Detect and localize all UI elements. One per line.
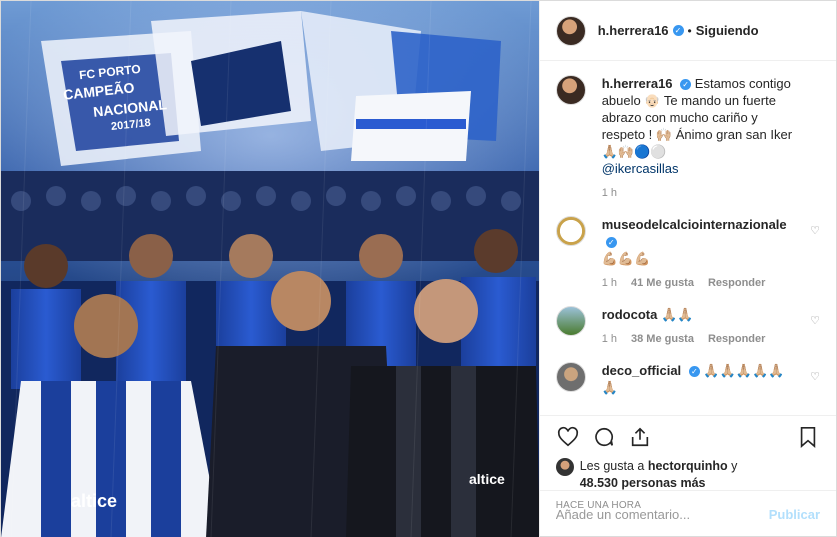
sponsor-label-right: altice [469, 471, 505, 487]
verified-badge-icon: ✓ [605, 237, 617, 249]
liker-avatar[interactable] [555, 458, 574, 476]
post-image[interactable]: altice altice FC PORTO CAMPEÃO NACIONAL … [1, 1, 539, 537]
caption-mention[interactable]: @ikercasillas [602, 161, 679, 176]
likes-joiner: y [731, 459, 738, 473]
commenter-avatar[interactable] [555, 306, 586, 336]
small-heart-icon[interactable]: ♡ [810, 224, 820, 237]
instagram-post: altice altice FC PORTO CAMPEÃO NACIONAL … [0, 0, 837, 537]
add-comment-bar: Publicar [539, 490, 836, 537]
comment-input[interactable] [555, 507, 769, 522]
bookmark-icon[interactable] [796, 425, 820, 449]
comment-likes[interactable]: 38 Me gusta [631, 331, 694, 348]
likes-prefix: Les gusta a [579, 459, 645, 473]
verified-badge-icon: ✓ [688, 366, 700, 378]
likes-count[interactable]: 48.530 personas más [580, 476, 706, 490]
sponsor-label-left: altice [71, 491, 118, 511]
comment-likes[interactable]: 41 Me gusta [631, 275, 694, 292]
comment-item: deco_official ✓ 🙏🏼🙏🏼🙏🏼🙏🏼🙏🏼🙏🏼 ♡ [555, 362, 820, 396]
comment-item: rodocota 🙏🏼🙏🏼 1 h 38 Me gusta Responder … [555, 306, 820, 348]
caption-avatar[interactable] [555, 75, 586, 105]
likes-summary: Les gusta a hectorquinho y 48.530 person… [555, 458, 820, 492]
comments-list: h.herrera16 ✓ Estamos contigo abuelo 👴🏻 … [540, 61, 836, 415]
small-heart-icon[interactable]: ♡ [810, 370, 820, 383]
caption-time: 1 h [601, 187, 617, 199]
share-icon[interactable] [628, 425, 652, 449]
publish-button[interactable]: Publicar [769, 507, 820, 522]
comment-username[interactable]: museodelcalciointernazionale [602, 217, 787, 232]
author-avatar[interactable] [555, 15, 586, 46]
comment-text: 💪🏼💪🏼💪🏼 [601, 251, 651, 266]
comment-bubble-icon[interactable] [592, 425, 616, 449]
comment-time: 1 h [601, 277, 617, 289]
comment-item: museodelcalciointernazionale ✓ 💪🏼💪🏼💪🏼 1 … [555, 216, 820, 292]
post-sidebar: h.herrera16 ✓ • Siguiendo h.herrera16 ✓ … [538, 1, 836, 537]
separator-dot: • [687, 23, 692, 38]
post-header: h.herrera16 ✓ • Siguiendo [539, 1, 836, 61]
verified-badge-icon: ✓ [680, 79, 692, 91]
comment-username[interactable]: rodocota [602, 307, 658, 322]
comment-text: 🙏🏼🙏🏼 [660, 307, 694, 322]
commenter-avatar[interactable] [555, 362, 586, 392]
small-heart-icon[interactable]: ♡ [810, 314, 820, 327]
liker-username[interactable]: hectorquinho [648, 459, 728, 473]
caption: h.herrera16 ✓ Estamos contigo abuelo 👴🏻 … [555, 75, 820, 202]
author-username[interactable]: h.herrera16 [598, 23, 669, 38]
reply-button[interactable]: Responder [708, 275, 765, 292]
heart-icon[interactable] [556, 425, 580, 449]
caption-username[interactable]: h.herrera16 [602, 76, 673, 91]
comment-username[interactable]: deco_official [602, 363, 681, 378]
verified-badge-icon: ✓ [672, 25, 684, 36]
follow-status-button[interactable]: Siguiendo [696, 23, 759, 38]
comment-time: 1 h [601, 333, 617, 345]
commenter-avatar[interactable] [555, 216, 586, 246]
reply-button[interactable]: Responder [708, 331, 765, 348]
